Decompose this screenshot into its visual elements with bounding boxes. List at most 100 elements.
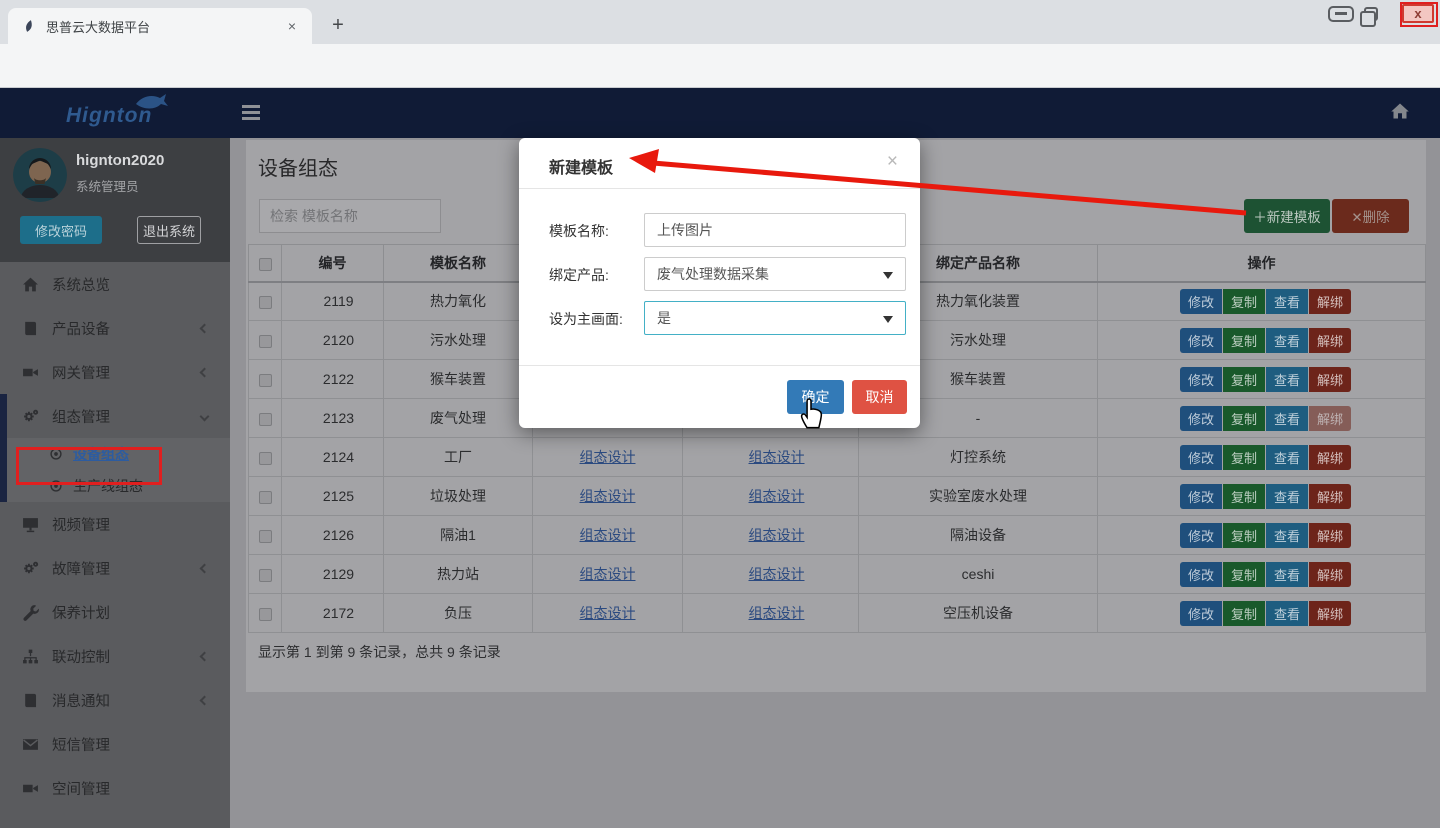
avatar[interactable] (13, 148, 67, 202)
view-button[interactable]: 查看 (1266, 445, 1308, 470)
design-link[interactable]: 组态设计 (749, 488, 805, 504)
sidebar-item-4[interactable]: 视频管理 (0, 502, 230, 546)
design-link[interactable]: 组态设计 (749, 566, 805, 582)
unbind-button[interactable]: 解绑 (1309, 562, 1351, 587)
tab-close-icon[interactable]: × (282, 18, 302, 34)
design-link[interactable]: 组态设计 (580, 449, 636, 465)
sidebar-item-9[interactable]: 短信管理 (0, 722, 230, 766)
copy-button[interactable]: 复制 (1223, 289, 1265, 314)
chevron-down-icon (200, 411, 210, 421)
row-select-cell[interactable] (249, 360, 282, 399)
edit-button[interactable]: 修改 (1180, 406, 1222, 431)
view-button[interactable]: 查看 (1266, 601, 1308, 626)
window-close-button[interactable]: x (1402, 4, 1434, 23)
sidebar-item-7[interactable]: 联动控制 (0, 634, 230, 678)
design-link[interactable]: 组态设计 (749, 605, 805, 621)
row-select-cell[interactable] (249, 282, 282, 321)
unbind-button[interactable]: 解绑 (1309, 601, 1351, 626)
design-link[interactable]: 组态设计 (749, 449, 805, 465)
window-minimize-button[interactable] (1328, 6, 1354, 22)
unbind-button[interactable]: 解绑 (1309, 445, 1351, 470)
sidebar-item-8[interactable]: 消息通知 (0, 678, 230, 722)
search-input[interactable] (259, 199, 441, 233)
design-link[interactable]: 组态设计 (580, 566, 636, 582)
design-link[interactable]: 组态设计 (580, 527, 636, 543)
bind-product-select[interactable]: 废气处理数据采集 (644, 257, 906, 291)
design-link[interactable]: 组态设计 (580, 605, 636, 621)
view-button[interactable]: 查看 (1266, 406, 1308, 431)
sidebar-subitem-1[interactable]: 生产线组态 (7, 470, 230, 502)
copy-button[interactable]: 复制 (1223, 601, 1265, 626)
row-select-cell[interactable] (249, 399, 282, 438)
sidebar-item-6[interactable]: 保养计划 (0, 590, 230, 634)
sidebar-item-5[interactable]: 故障管理 (0, 546, 230, 590)
unbind-button[interactable]: 解绑 (1309, 367, 1351, 392)
row-select-cell[interactable] (249, 555, 282, 594)
modal-close-icon[interactable]: × (887, 151, 898, 173)
change-password-button[interactable]: 修改密码 (20, 216, 102, 244)
view-button[interactable]: 查看 (1266, 484, 1308, 509)
edit-button[interactable]: 修改 (1180, 523, 1222, 548)
sidebar-item-10[interactable]: 空间管理 (0, 766, 230, 810)
template-name-input[interactable] (644, 213, 906, 247)
row-design-link-cell: 组态设计 (533, 594, 683, 633)
copy-button[interactable]: 复制 (1223, 328, 1265, 353)
unbind-button[interactable]: 解绑 (1309, 484, 1351, 509)
edit-button[interactable]: 修改 (1180, 445, 1222, 470)
delete-button[interactable]: ✕删除 (1332, 199, 1409, 233)
sidebar-toggle-icon[interactable] (242, 105, 260, 120)
edit-button[interactable]: 修改 (1180, 328, 1222, 353)
row-select-cell[interactable] (249, 321, 282, 360)
sidebar-item-3[interactable]: 组态管理 (0, 394, 230, 438)
view-button[interactable]: 查看 (1266, 562, 1308, 587)
row-checkbox[interactable] (259, 530, 272, 543)
sidebar-item-1[interactable]: 产品设备 (0, 306, 230, 350)
design-link[interactable]: 组态设计 (580, 488, 636, 504)
view-button[interactable]: 查看 (1266, 523, 1308, 548)
unbind-button[interactable]: 解绑 (1309, 523, 1351, 548)
copy-button[interactable]: 复制 (1223, 523, 1265, 548)
new-tab-button[interactable]: + (324, 12, 352, 40)
sidebar-subitem-0[interactable]: 设备组态 (7, 438, 230, 470)
window-restore-button[interactable] (1364, 7, 1378, 21)
select-all-checkbox[interactable] (259, 258, 272, 271)
edit-button[interactable]: 修改 (1180, 289, 1222, 314)
edit-button[interactable]: 修改 (1180, 562, 1222, 587)
confirm-button[interactable]: 确定 (787, 380, 844, 414)
row-checkbox[interactable] (259, 413, 272, 426)
design-link[interactable]: 组态设计 (749, 527, 805, 543)
browser-tab[interactable]: 思普云大数据平台 × (8, 8, 312, 44)
row-select-cell[interactable] (249, 477, 282, 516)
copy-button[interactable]: 复制 (1223, 562, 1265, 587)
view-button[interactable]: 查看 (1266, 367, 1308, 392)
copy-button[interactable]: 复制 (1223, 406, 1265, 431)
unbind-button[interactable]: 解绑 (1309, 328, 1351, 353)
row-checkbox[interactable] (259, 296, 272, 309)
new-template-button[interactable]: ＋新建模板 (1244, 199, 1330, 233)
main-screen-select[interactable]: 是 (644, 301, 906, 335)
edit-button[interactable]: 修改 (1180, 601, 1222, 626)
copy-button[interactable]: 复制 (1223, 367, 1265, 392)
copy-button[interactable]: 复制 (1223, 445, 1265, 470)
row-checkbox[interactable] (259, 491, 272, 504)
row-checkbox[interactable] (259, 569, 272, 582)
row-select-cell[interactable] (249, 516, 282, 555)
row-checkbox[interactable] (259, 608, 272, 621)
edit-button[interactable]: 修改 (1180, 484, 1222, 509)
cancel-button[interactable]: 取消 (852, 380, 907, 414)
row-checkbox[interactable] (259, 374, 272, 387)
select-all-header[interactable] (249, 245, 282, 282)
view-button[interactable]: 查看 (1266, 289, 1308, 314)
row-select-cell[interactable] (249, 594, 282, 633)
logout-button[interactable]: 退出系统 (137, 216, 201, 244)
copy-button[interactable]: 复制 (1223, 484, 1265, 509)
sidebar-item-0[interactable]: 系统总览 (0, 262, 230, 306)
row-select-cell[interactable] (249, 438, 282, 477)
home-icon[interactable] (1390, 101, 1410, 126)
row-checkbox[interactable] (259, 335, 272, 348)
row-checkbox[interactable] (259, 452, 272, 465)
view-button[interactable]: 查看 (1266, 328, 1308, 353)
edit-button[interactable]: 修改 (1180, 367, 1222, 392)
unbind-button[interactable]: 解绑 (1309, 289, 1351, 314)
sidebar-item-2[interactable]: 网关管理 (0, 350, 230, 394)
